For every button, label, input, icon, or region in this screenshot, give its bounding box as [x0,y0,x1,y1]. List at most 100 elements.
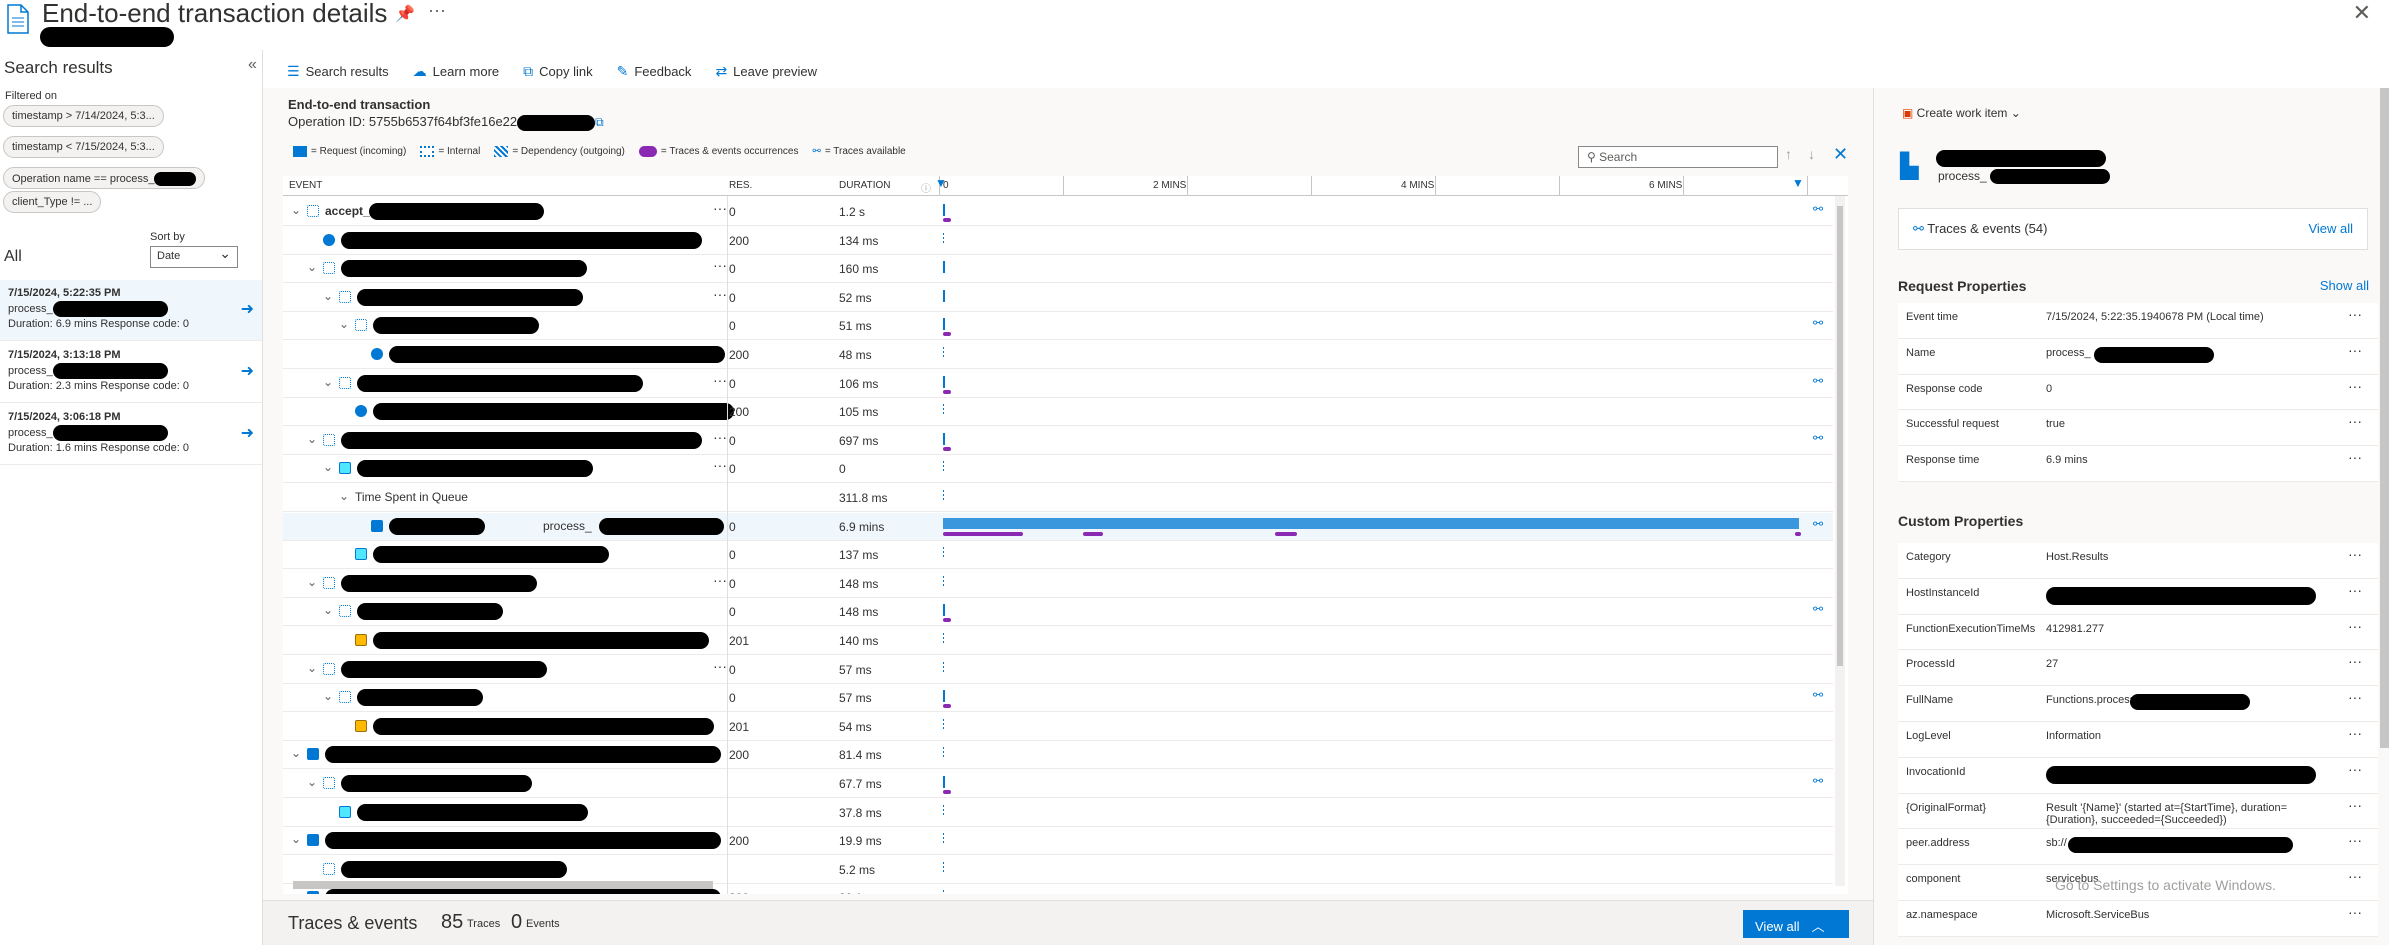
chevron-down-icon[interactable]: ⌄ [323,689,333,703]
close-icon[interactable]: ✕ [2353,0,2371,26]
grid-row[interactable]: ⌄ 67.7 ms ⚯ [283,770,1833,798]
chevron-down-icon[interactable]: ⌄ [339,489,349,503]
more-icon[interactable]: ··· [2348,582,2362,598]
grid-row[interactable]: 5.2 ms [283,856,1833,884]
chevron-down-icon[interactable]: ⌄ [339,317,349,331]
view-all-button[interactable]: View all ︿ [1743,910,1849,938]
traces-events-card[interactable]: ⚯ Traces & events (54) View all [1898,208,2368,250]
pin-icon[interactable]: 📌 [395,4,415,24]
more-icon[interactable]: ··· [713,200,727,216]
more-icon[interactable]: ··· [713,658,727,674]
more-icon[interactable]: ··· [2348,832,2362,848]
more-icon[interactable]: ··· [2348,378,2362,394]
more-icon[interactable]: ··· [2348,797,2362,813]
chevron-down-icon[interactable]: ⌄ [291,746,301,760]
result-item[interactable]: 7/15/2024, 5:22:35 PM process_ Duration:… [0,280,262,341]
grid-row[interactable]: 37.8 ms [283,799,1833,827]
chevron-down-icon[interactable]: ⌄ [291,889,301,894]
filter-chip[interactable]: timestamp > 7/14/2024, 5:3... [3,105,164,127]
horizontal-scrollbar[interactable] [293,881,713,889]
vertical-scrollbar-thumb[interactable] [1837,206,1843,666]
chevron-down-icon[interactable]: ⌄ [307,661,317,675]
range-start-handle-icon[interactable]: ▼ [935,176,947,190]
traces-available-icon[interactable]: ⚯ [1813,202,1823,216]
more-icon[interactable]: ··· [713,257,727,273]
more-icon[interactable]: ··· [713,429,727,445]
grid-row[interactable]: ⌄ ··· 0 697 ms ⚯ [283,427,1833,455]
more-icon[interactable]: ··· [428,0,446,21]
grid-row[interactable]: 200 105 ms [283,398,1833,427]
chevron-down-icon[interactable]: ⌄ [307,432,317,446]
grid-row[interactable]: ⌄ ··· 0 57 ms [283,656,1833,684]
search-input[interactable]: ⚲ Search [1578,146,1778,168]
grid-row[interactable]: ⌄ 0 148 ms ⚯ [283,598,1833,627]
copy-link-button[interactable]: ⧉ Copy link [523,58,592,84]
grid-row[interactable]: ⌄ 0 51 ms ⚯ [283,312,1833,341]
feedback-button[interactable]: ✎ Feedback [617,58,692,84]
create-work-item-button[interactable]: ▣ Create work item ⌄ [1902,106,2021,120]
grid-row[interactable]: ⌄ 200 19.9 ms [283,827,1833,856]
traces-available-icon[interactable]: ⚯ [1813,517,1823,531]
more-icon[interactable]: ··· [713,457,727,473]
chevron-down-icon[interactable]: ⌄ [323,603,333,617]
more-icon[interactable]: ··· [2348,725,2362,741]
close-icon[interactable]: ✕ [1833,144,1848,165]
grid-row[interactable]: 200 134 ms [283,227,1833,255]
search-results-button[interactable]: ☰ Search results [287,58,389,84]
filter-chip[interactable]: Operation name == process_ [3,167,206,189]
chevron-down-icon[interactable]: ⌄ [291,832,301,846]
result-item[interactable]: 7/15/2024, 3:13:18 PM process_ Duration:… [0,342,262,403]
arrow-up-icon[interactable]: ↑ [1785,146,1792,162]
more-icon[interactable]: ··· [2348,618,2362,634]
chevron-down-icon[interactable]: ⌄ [307,260,317,274]
more-icon[interactable]: ··· [713,286,727,302]
traces-view-all-link[interactable]: View all [2308,221,2353,236]
filter-chip[interactable]: timestamp < 7/15/2024, 5:3... [3,136,164,158]
filter-chip[interactable]: client_Type != ... [3,191,102,213]
traces-available-icon[interactable]: ⚯ [1813,316,1823,330]
more-icon[interactable]: ··· [713,572,727,588]
more-icon[interactable]: ··· [2348,306,2362,322]
more-icon[interactable]: ··· [2348,653,2362,669]
learn-more-button[interactable]: ☁ Learn more [413,58,499,84]
grid-row[interactable]: ⌄ accept_ ··· 0 1.2 s ⚯ [283,198,1833,226]
grid-row[interactable]: ⌄ ··· 0 52 ms [283,284,1833,312]
more-icon[interactable]: ··· [2348,904,2362,920]
grid-row[interactable]: ⌄ Time Spent in Queue 311.8 ms [283,484,1833,512]
more-icon[interactable]: ··· [2348,342,2362,358]
copy-icon[interactable]: ⧉ [595,115,604,129]
collapse-panel-icon[interactable]: « [248,56,257,74]
grid-row[interactable]: 201 54 ms [283,713,1833,741]
more-icon[interactable]: ··· [2348,868,2362,884]
more-icon[interactable]: ··· [2348,761,2362,777]
grid-row[interactable]: 200 48 ms [283,341,1833,369]
chevron-down-icon[interactable]: ⌄ [291,203,301,217]
range-end-handle-icon[interactable]: ▼ [1792,176,1804,190]
more-icon[interactable]: ··· [2348,413,2362,429]
chevron-down-icon[interactable]: ⌄ [323,375,333,389]
chevron-down-icon[interactable]: ⌄ [307,575,317,589]
grid-row[interactable]: ⌄ ··· 0 0 [283,455,1833,484]
chevron-down-icon[interactable]: ⌄ [307,775,317,789]
more-icon[interactable]: ··· [2348,449,2362,465]
grid-row[interactable]: process_ 0 6.9 mins ⚯ [283,512,1833,541]
grid-row[interactable]: ⌄ 0 57 ms ⚯ [283,684,1833,713]
show-all-link[interactable]: Show all [2320,278,2369,293]
chevron-down-icon[interactable]: ⌄ [323,460,333,474]
result-item[interactable]: 7/15/2024, 3:06:18 PM process_ Duration:… [0,404,262,465]
traces-available-icon[interactable]: ⚯ [1813,374,1823,388]
arrow-down-icon[interactable]: ↓ [1808,146,1815,162]
more-icon[interactable]: ··· [713,372,727,388]
grid-row[interactable]: 0 137 ms [283,541,1833,570]
more-icon[interactable]: ··· [2348,689,2362,705]
traces-available-icon[interactable]: ⚯ [1813,774,1823,788]
grid-row[interactable]: 201 140 ms [283,627,1833,655]
more-icon[interactable]: ··· [2348,546,2362,562]
traces-available-icon[interactable]: ⚯ [1813,431,1823,445]
chevron-down-icon[interactable]: ⌄ [323,289,333,303]
grid-row[interactable]: ⌄ ··· 0 148 ms [283,570,1833,598]
grid-row[interactable]: ⌄ 200 81.4 ms [283,741,1833,770]
grid-row[interactable]: ⌄ ··· 0 106 ms ⚯ [283,370,1833,398]
traces-available-icon[interactable]: ⚯ [1813,688,1823,702]
leave-preview-button[interactable]: ⇄ Leave preview [715,58,817,84]
